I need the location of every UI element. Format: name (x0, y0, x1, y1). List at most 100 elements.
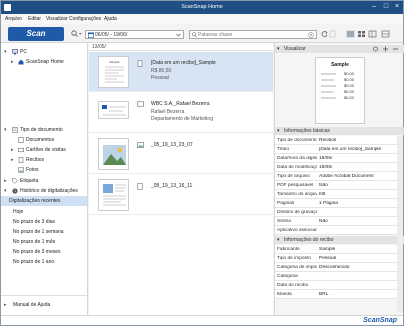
preview-amounts: $0.00 $0.00 $0.00 $0.00 $0.00 (344, 71, 354, 101)
property-row: Data de modificação 19/05/ (275, 163, 397, 172)
scrollbar[interactable] (397, 136, 403, 312)
menu-bar: Arquivo Editar Visualizar Configurações … (1, 14, 403, 24)
property-key: PDF pesquisável (277, 183, 314, 188)
history-today[interactable]: Hoje (1, 207, 87, 217)
list-item[interactable]: Sample [Data em um recibo]_Sample R$ 80,… (89, 52, 273, 92)
history-3-months[interactable]: No prazo de 3 meses (1, 247, 87, 257)
property-value[interactable]: Adobe Acrobat Document (319, 174, 395, 179)
property-row: Data do recibo (275, 281, 397, 290)
expand-arrow-icon[interactable]: ▾ (4, 125, 7, 135)
history-1-month[interactable]: No prazo de 1 mês (1, 237, 87, 247)
history-1-year[interactable]: No prazo de 1 ano (1, 257, 87, 267)
receipt-info-section-header[interactable]: ▾ Informações do recibo (275, 236, 404, 244)
menu-visualizar[interactable]: Visualizar (46, 16, 68, 22)
detail-view-icon[interactable] (368, 30, 377, 38)
refresh-icon[interactable] (321, 30, 328, 38)
list-item[interactable]: _05_19_13_23_07 (89, 134, 273, 174)
tree-doc-types[interactable]: ▾ Tipo de documento (1, 125, 87, 135)
property-value[interactable]: Pessoal (319, 256, 395, 261)
chevron-down-icon[interactable] (176, 33, 181, 37)
doc-types-icon (12, 127, 18, 133)
panel-view-icon[interactable] (381, 30, 390, 38)
menu-arquivo[interactable]: Arquivo (5, 16, 22, 22)
property-value[interactable]: Não (319, 219, 395, 224)
property-row: Tamanho do arquivo KB (275, 190, 397, 199)
property-value[interactable]: Não (319, 183, 395, 188)
document-type-icon (137, 183, 143, 190)
property-key: Senha (277, 219, 291, 224)
tree-help-manual[interactable]: ▸ Manual de Ajuda (1, 300, 87, 310)
content-list: 13/05/ Sample [Data em um recibo]_Sample… (89, 43, 360, 315)
history-3-months-label: No prazo de 3 meses (13, 249, 61, 255)
expand-arrow-icon[interactable]: ▾ (4, 186, 7, 196)
zoom-in-icon[interactable] (382, 46, 389, 52)
tree-history-label: Histórico de digitalizações (20, 188, 78, 194)
preview-section-header[interactable]: ▾ Visualizar (275, 45, 404, 53)
scansnap-logo: ScanSnap (363, 317, 397, 324)
tree-photos[interactable]: Fotos (1, 165, 87, 175)
collapse-arrow-icon[interactable]: ▸ (11, 155, 14, 165)
history-3-days[interactable]: No prazo de 3 dias (1, 217, 87, 227)
tree-history[interactable]: ▾ Histórico de digitalizações (1, 186, 87, 196)
list-item[interactable]: WBC S.A._Rafael Bezerra Rafael Bezerra D… (89, 93, 273, 133)
computer-icon (12, 49, 18, 55)
collapse-arrow-icon[interactable]: ▾ (277, 127, 280, 135)
collapse-arrow-icon[interactable]: ▸ (4, 176, 7, 186)
property-value[interactable]: 19/05/ (319, 165, 395, 170)
history-recent[interactable]: Digitalizações recentes (1, 196, 87, 206)
minimize-icon[interactable]: – (369, 2, 379, 12)
grid-view-icon[interactable] (357, 30, 366, 38)
collapse-arrow-icon[interactable]: ▾ (277, 236, 280, 244)
property-value[interactable]: 19/05/ (319, 156, 395, 161)
tree-documents[interactable]: Documentos (1, 135, 87, 145)
search-input[interactable] (198, 31, 302, 38)
search-filter-icon[interactable] (71, 30, 82, 38)
property-value[interactable]: [Data em um recibo]_Sample (319, 147, 395, 152)
history-1-week[interactable]: No prazo de 1 semana (1, 227, 87, 237)
collapse-arrow-icon[interactable]: ▸ (4, 300, 7, 310)
date-range-field[interactable]: 06/05/ - 19/06/ (85, 30, 184, 39)
preview-receipt-title: Sample (331, 62, 349, 68)
menu-ajuda[interactable]: Ajuda (104, 16, 117, 22)
maximize-icon[interactable]: □ (381, 2, 391, 12)
list-view-icon[interactable] (346, 30, 355, 38)
property-value[interactable]: KB (319, 192, 395, 197)
collapse-arrow-icon[interactable]: ▸ (11, 57, 14, 67)
basic-info-section-header[interactable]: ▾ Informações básicas (275, 127, 404, 135)
tree-pc[interactable]: ▾ PC (1, 47, 87, 57)
property-value[interactable]: 1 Página (319, 201, 395, 206)
zoom-out-icon[interactable] (392, 46, 399, 52)
tree-scansnap-home[interactable]: ▸ ScanSnap Home (1, 57, 87, 67)
scan-button[interactable]: Scan (8, 27, 64, 41)
menu-editar[interactable]: Editar (28, 16, 41, 22)
document-icon (18, 137, 24, 143)
property-value[interactable]: Recibos (319, 138, 395, 143)
tree-scansnap-home-label: ScanSnap Home (26, 59, 64, 65)
photo-thumbnail (98, 138, 129, 170)
expand-arrow-icon[interactable]: ▾ (4, 47, 7, 57)
property-value[interactable]: Desconhecido (319, 265, 395, 270)
property-row: Senha Não (275, 217, 397, 226)
collapse-arrow-icon[interactable]: ▾ (277, 45, 280, 53)
property-row: Tipo de documento Recibos (275, 136, 397, 145)
tree-photos-label: Fotos (26, 167, 39, 173)
property-row: Data/hora da digitalização19/05/ (275, 154, 397, 163)
settings-icon[interactable] (372, 46, 379, 52)
history-3-days-label: No prazo de 3 dias (13, 219, 55, 225)
photo-icon (18, 167, 24, 173)
close-icon[interactable]: × (392, 2, 402, 12)
search-icon (192, 32, 197, 38)
tree-receipts[interactable]: ▸ Recibos (1, 155, 87, 165)
property-key: Destino de gravação (277, 210, 317, 215)
list-item-name: Rafael Bezerra (151, 109, 185, 115)
property-value[interactable]: Sample (319, 247, 395, 252)
property-value[interactable]: BRL (319, 292, 395, 297)
tree-business-cards[interactable]: ▸ Cartões de visitas (1, 145, 87, 155)
tree-tags[interactable]: ▸ Etiqueta (1, 176, 87, 186)
list-item[interactable]: _05_19_13_16_11 (89, 175, 273, 215)
clear-search-icon[interactable] (308, 32, 314, 38)
menu-configuracoes[interactable]: Configurações (69, 16, 101, 22)
edit-icon[interactable] (329, 30, 336, 38)
collapse-arrow-icon[interactable]: ▸ (11, 145, 14, 155)
toolbar: Scan 06/05/ - 19/06/ (1, 24, 403, 43)
